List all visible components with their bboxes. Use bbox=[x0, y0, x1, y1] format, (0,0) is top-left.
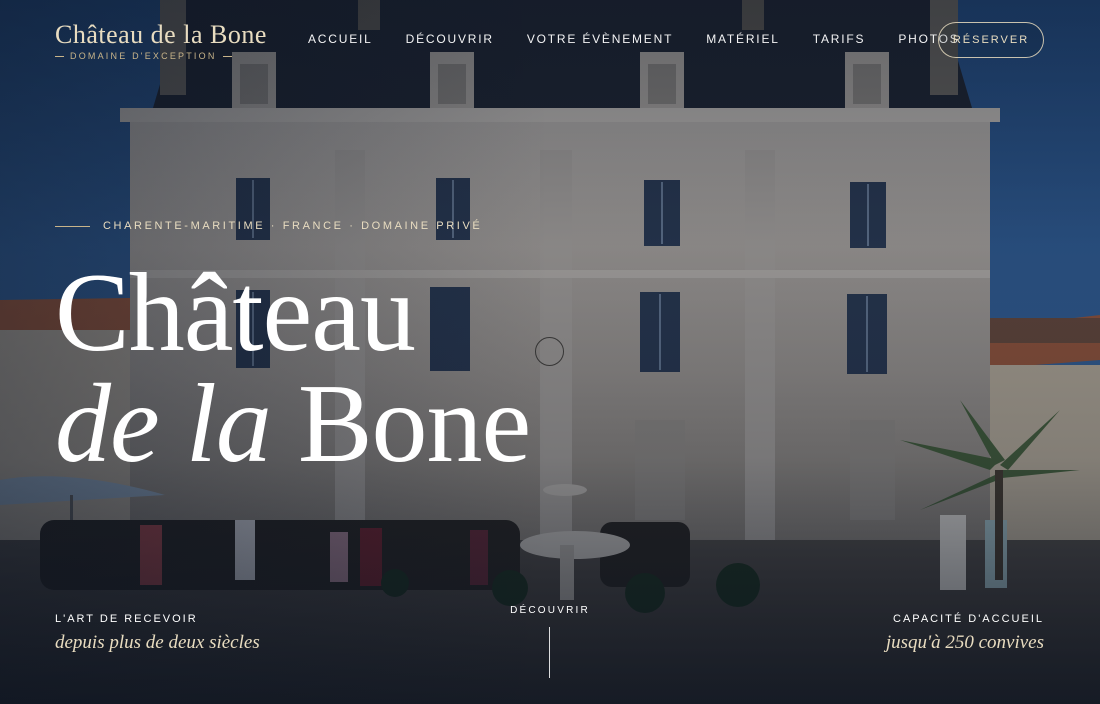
custom-cursor-ring bbox=[535, 337, 564, 366]
main-navigation: ACCUEIL DÉCOUVRIR VOTRE ÉVÈNEMENT MATÉRI… bbox=[308, 32, 993, 46]
hero-title-italic: de la bbox=[55, 362, 272, 486]
reserve-button[interactable]: RÉSERVER bbox=[938, 22, 1044, 58]
hero-title-regular: Bone bbox=[297, 362, 531, 486]
nav-tarifs[interactable]: TARIFS bbox=[813, 32, 866, 46]
nav-accueil[interactable]: ACCUEIL bbox=[308, 32, 373, 46]
tagline-left-dash bbox=[55, 55, 64, 57]
heritage-label: L'ART DE RECEVOIR bbox=[55, 613, 198, 625]
capacity-label: CAPACITÉ D'ACCUEIL bbox=[893, 613, 1044, 625]
brand-logo[interactable]: Château de la Bone DOMAINE D'EXCEPTION bbox=[55, 20, 267, 61]
tagline-right-dash bbox=[222, 55, 232, 57]
hero-title-line2: de la Bone bbox=[55, 362, 531, 486]
scroll-indicator-line bbox=[549, 627, 550, 678]
brand-tagline-row: DOMAINE D'EXCEPTION bbox=[55, 51, 267, 61]
eyebrow-text: CHARENTE-MARITIME · FRANCE · DOMAINE PRI… bbox=[103, 220, 483, 232]
brand-tagline: DOMAINE D'EXCEPTION bbox=[70, 51, 217, 61]
brand-name: Château de la Bone bbox=[55, 20, 267, 49]
hero-eyebrow: CHARENTE-MARITIME · FRANCE · DOMAINE PRI… bbox=[55, 220, 482, 232]
heritage-value: depuis plus de deux siècles bbox=[55, 632, 260, 653]
hero-title-line1: Château bbox=[55, 251, 416, 375]
hero-section: Château de la Bone DOMAINE D'EXCEPTION A… bbox=[0, 0, 1100, 704]
nav-votre-evenement[interactable]: VOTRE ÉVÈNEMENT bbox=[527, 32, 673, 46]
nav-materiel[interactable]: MATÉRIEL bbox=[706, 32, 780, 46]
eyebrow-rule bbox=[55, 225, 90, 227]
scroll-discover-link[interactable]: DÉCOUVRIR bbox=[450, 605, 650, 616]
nav-decouvrir[interactable]: DÉCOUVRIR bbox=[406, 32, 494, 46]
capacity-value: jusqu'à 250 convives bbox=[885, 632, 1044, 653]
